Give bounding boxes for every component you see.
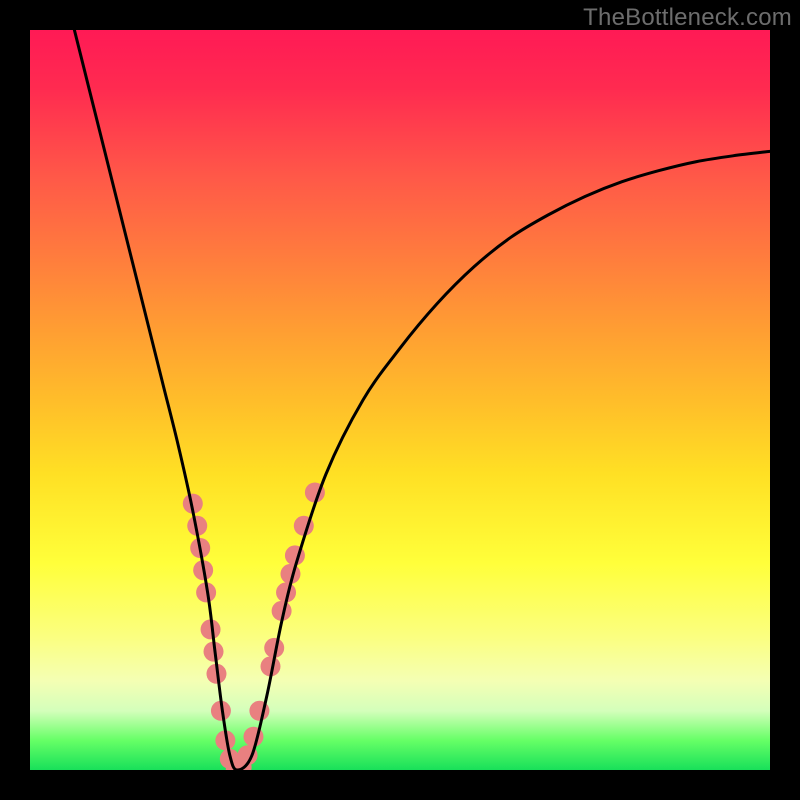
data-markers xyxy=(183,483,325,771)
plot-area xyxy=(30,30,770,770)
chart-svg xyxy=(30,30,770,770)
watermark-text: TheBottleneck.com xyxy=(583,4,792,32)
chart-frame: TheBottleneck.com xyxy=(0,0,800,800)
bottleneck-curve xyxy=(74,30,770,770)
